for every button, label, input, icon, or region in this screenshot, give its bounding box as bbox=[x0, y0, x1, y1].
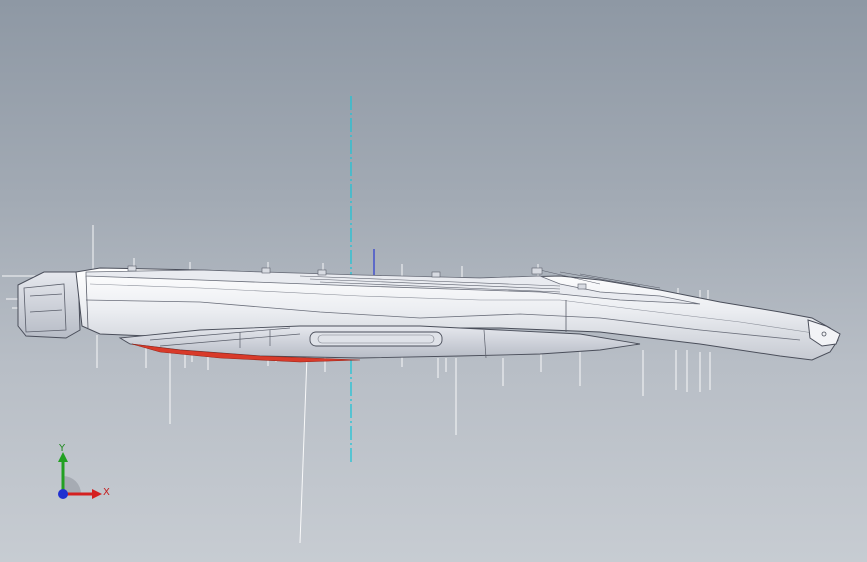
coordinate-triad[interactable]: Y X bbox=[50, 440, 120, 510]
x-arrow-head bbox=[92, 489, 102, 499]
lens-window[interactable] bbox=[309, 331, 443, 347]
graphics-viewport[interactable]: Y X bbox=[0, 0, 867, 562]
left-end-cap[interactable] bbox=[17, 271, 81, 339]
model-view[interactable] bbox=[0, 0, 867, 562]
x-axis-label: X bbox=[103, 487, 110, 498]
z-axis-dot bbox=[58, 489, 68, 499]
y-axis-label: Y bbox=[59, 443, 66, 454]
